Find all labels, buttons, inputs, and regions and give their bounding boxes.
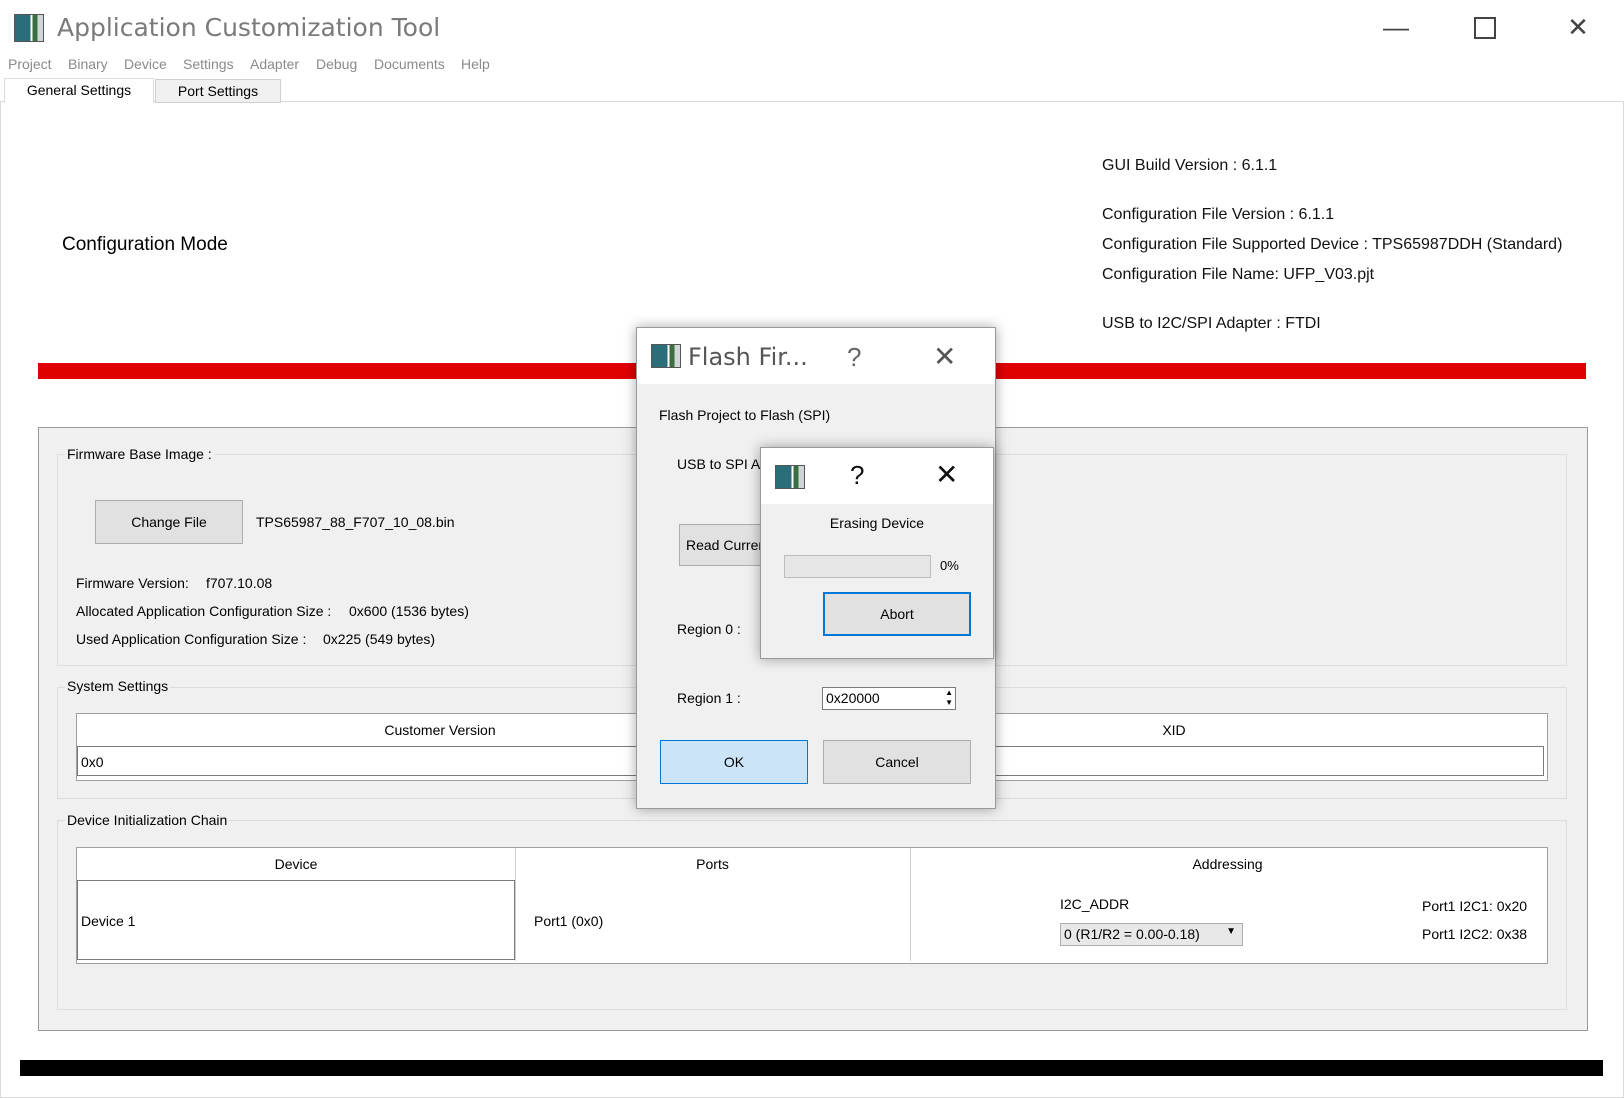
cancel-button[interactable]: Cancel [823,740,971,784]
firmware-version-value: f707.10.08 [206,575,273,591]
read-current-button[interactable]: Read Curren [679,524,771,566]
used-size-value: 0x225 (549 bytes) [323,631,436,647]
region1-label: Region 1 : [677,690,741,706]
tab-port-settings[interactable]: Port Settings [155,79,281,103]
dialog-app-icon [775,465,805,489]
firmware-version-label: Firmware Version: [76,575,189,591]
config-file-version: Configuration File Version : 6.1.1 [1102,206,1335,223]
firmware-group-label: Firmware Base Image : [65,446,214,462]
ok-button[interactable]: OK [660,740,808,784]
allocated-size-value: 0x600 (1536 bytes) [349,603,469,619]
menu-adapter[interactable]: Adapter [250,56,299,72]
device-header: Device [274,856,318,872]
maximize-icon[interactable] [1474,17,1496,39]
ports-header: Ports [696,856,729,872]
flash-dialog-title: Flash Fir... [688,343,808,371]
menu-project[interactable]: Project [8,56,52,72]
help-icon[interactable]: ? [847,342,861,373]
i2c-addr-select[interactable]: 0 (R1/R2 = 0.00-0.18) ▼ [1060,923,1243,946]
abort-button[interactable]: Abort [823,592,971,636]
close-icon[interactable]: ✕ [933,340,956,373]
menu-documents[interactable]: Documents [374,56,445,72]
port-i2c2-address: Port1 I2C2: 0x38 [1422,926,1528,942]
flash-dialog-titlebar: Flash Fir... ? ✕ [637,328,995,384]
port-i2c1-address: Port1 I2C1: 0x20 [1422,898,1528,914]
config-file-name: Configuration File Name: UFP_V03.pjt [1102,266,1375,283]
port-value: Port1 (0x0) [534,913,604,929]
erase-dialog-titlebar: ? ✕ [761,448,993,504]
menu-binary[interactable]: Binary [68,56,108,72]
flash-heading: Flash Project to Flash (SPI) [659,407,831,423]
mode-label: Configuration Mode [62,234,228,255]
title-bar: Application Customization Tool — ✕ [0,0,1624,56]
i2c-addr-label: I2C_ADDR [1060,896,1130,912]
used-size-label: Used Application Configuration Size : [76,631,307,647]
menu-help[interactable]: Help [461,56,490,72]
chevron-down-icon: ▼ [1226,926,1236,937]
allocated-size-label: Allocated Application Configuration Size… [76,603,332,619]
app-icon [14,14,44,42]
adapter-info: USB to I2C/SPI Adapter : FTDI [1102,315,1321,332]
config-supported-device: Configuration File Supported Device : TP… [1102,236,1563,253]
menu-debug[interactable]: Debug [316,56,357,72]
close-icon[interactable]: ✕ [1560,12,1596,42]
minimize-icon[interactable]: — [1378,12,1414,42]
change-file-button[interactable]: Change File [95,500,243,544]
firmware-file-name: TPS65987_88_F707_10_08.bin [256,514,455,530]
gui-build-version: GUI Build Version : 6.1.1 [1102,157,1278,174]
addressing-header: Addressing [1192,856,1263,872]
device-chain-label: Device Initialization Chain [65,812,230,828]
region1-value: 0x20000 [826,690,880,706]
close-icon[interactable]: ✕ [935,458,958,491]
dialog-app-icon [651,344,681,368]
spin-up-icon[interactable]: ▲ [945,688,953,698]
erase-progress-bar [784,555,931,578]
i2c-addr-select-value: 0 (R1/R2 = 0.00-0.18) [1064,926,1200,942]
device-name: Device 1 [81,913,136,929]
system-settings-label: System Settings [65,678,171,694]
device-cell[interactable] [77,880,515,960]
usb-spi-label: USB to SPI Ac [677,456,768,472]
menu-settings[interactable]: Settings [183,56,234,72]
progress-percent: 0% [940,558,959,573]
help-icon[interactable]: ? [850,460,864,491]
region1-spinbox[interactable]: 0x20000 ▲ ▼ [822,687,956,710]
erase-progress-dialog: ? ✕ Erasing Device 0% Abort [760,447,994,659]
customer-version-input[interactable]: 0x0 [81,754,104,770]
window-title: Application Customization Tool [57,13,441,42]
spin-down-icon[interactable]: ▼ [945,698,953,708]
menu-device[interactable]: Device [124,56,167,72]
status-bar-black [20,1060,1603,1076]
erase-message: Erasing Device [829,515,925,531]
tab-general-settings[interactable]: General Settings [4,78,154,103]
region0-label: Region 0 : [677,621,741,637]
